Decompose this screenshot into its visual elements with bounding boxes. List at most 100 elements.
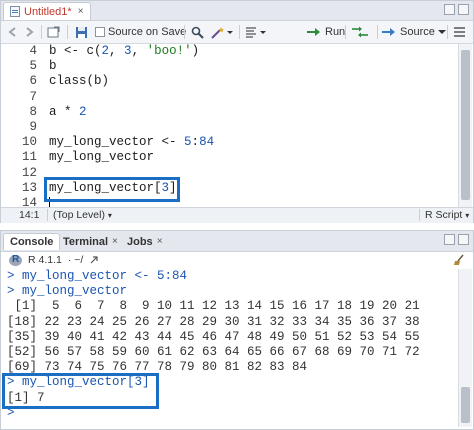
code-line[interactable]: 14 [1,196,457,207]
tab-console-label: Console [10,236,54,248]
code-line[interactable]: 5b [1,59,457,74]
run-button[interactable]: Run [306,24,345,40]
save-icon[interactable] [75,24,88,40]
code-text: b <- c(2, 3, 'boo!') [49,44,199,59]
code-token: 2 [101,44,110,58]
maximize-pane-icon[interactable] [458,4,469,15]
code-text: my_long_vector[3] [49,181,177,196]
tab-terminal-label: Terminal [63,235,109,248]
code-token: : [191,135,200,150]
console-command-line: > [7,405,15,420]
code-token: my_long_vector [49,150,155,165]
editor-toolbar: Source on Save Run Source [1,21,473,44]
console-output-line: [69] 73 74 75 76 77 78 79 80 81 82 83 84 [7,360,308,375]
code-line[interactable]: 8 a * 2 [1,105,457,120]
show-in-window-icon[interactable] [47,24,60,40]
code-token: my_long_vector[ [49,180,162,195]
back-arrow-icon[interactable] [7,24,19,40]
code-token: ) [191,44,200,58]
tab-console[interactable]: Console [3,233,61,250]
line-number: 4 [29,44,37,58]
chevron-down-icon: ▾ [465,211,470,220]
filetype-selector[interactable]: R Script ▾ [425,209,469,221]
code-token: 3 [124,44,132,58]
close-icon[interactable]: × [112,236,118,247]
cursor-position: 14:1 [19,209,40,221]
console-command-line: > my_long_vector <- 5:84 [7,269,188,283]
code-token: my_long_vector <- [49,135,185,150]
source-button[interactable]: Source [381,24,446,40]
line-number: 13 [21,180,37,195]
code-token: 5 [184,135,192,150]
scope-selector[interactable]: (Top Level) ▾ [53,209,112,221]
code-line[interactable]: 7 [1,90,457,105]
line-number: 7 [29,89,37,104]
code-tools-wand-icon[interactable] [211,24,233,40]
code-token: 2 [79,104,87,119]
clear-console-broom-icon[interactable] [453,254,465,269]
forward-arrow-icon[interactable] [23,24,35,40]
code-line[interactable]: 13 my_long_vector[3] [1,181,457,196]
pane-window-controls [444,234,469,245]
pane-window-controls [444,4,469,15]
r-logo-icon [9,254,22,266]
minimize-pane-icon[interactable] [444,4,455,15]
console-output-line: [1] 7 [7,390,45,405]
working-directory[interactable]: · ~/ [68,254,83,266]
code-token: , [131,44,147,58]
line-number: 8 [29,104,37,119]
search-icon[interactable] [191,24,204,40]
source-on-save-checkbox[interactable]: Source on Save [95,24,186,40]
editor-scroll-thumb[interactable] [461,50,470,200]
code-token: , [109,44,125,58]
tab-title: Untitled1* [24,5,72,18]
chevron-down-icon[interactable] [437,28,446,36]
source-label: Source [400,26,435,38]
run-label: Run [325,26,346,38]
console-vertical-scrollbar[interactable] [458,269,472,427]
code-line[interactable]: 4 b <- c(2, 3, 'boo!') [1,44,457,59]
format-lines-icon[interactable] [245,24,267,40]
chevron-down-icon: ▾ [107,211,112,220]
document-outline-icon[interactable] [453,24,466,40]
code-line[interactable]: 6 class(b) [1,74,457,89]
source-on-save-label: Source on Save [108,26,187,38]
code-text: my_long_vector [49,150,154,165]
code-area[interactable]: 4 b <- c(2, 3, 'boo!') 5 b 6 class(b) 7 8 a * 2 9… [1,44,457,207]
tab-terminal[interactable]: Terminal × [57,233,124,250]
rerun-icon[interactable] [351,24,369,40]
minimize-pane-icon[interactable] [444,234,455,245]
console-output-line: [1] 5 6 7 8 9 10 11 12 13 14 15 16 17 18… [7,299,420,314]
filetype-label: R Script [425,209,463,221]
r-file-icon [10,6,20,17]
code-text: my_long_vector <- 5:84 [49,135,214,150]
console-info-bar: R 4.1.1 · ~/ [1,252,473,268]
code-line[interactable]: 12 [1,166,457,181]
close-icon[interactable]: × [157,236,163,247]
console-command-line: > my_long_vector[3] [7,375,150,390]
code-token: class(b) [49,74,110,89]
maximize-pane-icon[interactable] [458,234,469,245]
code-line[interactable]: 9 [1,120,457,135]
editor-vertical-scrollbar[interactable] [458,44,472,207]
editor-status-bar: 14:1 (Top Level) ▾ R Script ▾ [1,207,473,223]
console-output[interactable]: > my_long_vector <- 5:84 > my_long_vector… [1,269,459,429]
console-scroll-thumb[interactable] [461,387,470,423]
go-to-dir-arrow-icon[interactable] [89,255,99,265]
line-number: 10 [21,135,37,150]
scope-label: (Top Level) [53,209,105,221]
console-output-line: [18] 22 23 24 25 26 27 28 29 30 31 32 33… [7,314,420,329]
console-output-line: [35] 39 40 41 42 43 44 45 46 47 48 49 50… [7,329,420,344]
code-line[interactable]: 11 my_long_vector [1,150,457,165]
checkbox-icon[interactable] [95,27,105,37]
tab-jobs[interactable]: Jobs × [121,233,169,250]
tab-untitled1[interactable]: Untitled1* × [3,2,91,20]
code-line[interactable]: 10 my_long_vector <- 5:84 [1,135,457,150]
tab-jobs-label: Jobs [127,235,153,248]
line-number: 9 [29,120,37,134]
code-text: a * 2 [49,105,87,120]
console-output-line: [52] 56 57 58 59 60 61 62 63 64 65 66 67… [7,345,420,359]
r-version: R 4.1.1 [28,254,62,266]
source-editor-pane: Untitled1* × Source on Save Run Source 4… [0,0,474,223]
tab-close-icon[interactable]: × [78,6,84,17]
